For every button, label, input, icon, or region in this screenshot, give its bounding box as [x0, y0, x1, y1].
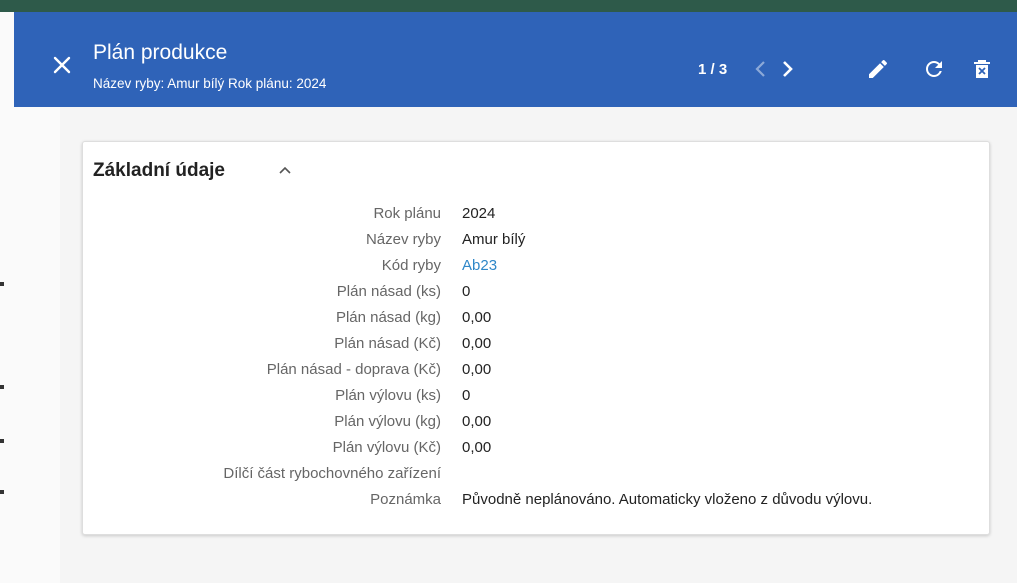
page-subtitle: Název ryby: Amur bílý Rok plánu: 2024 [93, 76, 327, 91]
field-label: Plán výlovu (Kč) [332, 439, 441, 456]
field-value: 0,00 [462, 361, 492, 378]
section-title: Základní údaje [93, 160, 225, 181]
field-label: Kód ryby [381, 257, 441, 274]
pencil-icon [869, 59, 888, 78]
background-app-edge [0, 12, 15, 583]
field-value: 2024 [462, 205, 496, 222]
field-row-note: Poznámka Původně neplánováno. Automatick… [83, 487, 989, 513]
field-label: Plán násad - doprava (Kč) [266, 361, 441, 378]
refresh-button[interactable] [922, 57, 946, 81]
field-label: Plán násad (kg) [335, 309, 441, 326]
field-row-fish-name: Název ryby Amur bílý [83, 227, 989, 253]
close-button[interactable] [50, 53, 74, 77]
field-row-harvest-plan-czk: Plán výlovu (Kč) 0,00 [83, 435, 989, 461]
field-value: 0 [462, 387, 471, 404]
field-row-plan-year: Rok plánu 2024 [83, 201, 989, 227]
field-label: Poznámka [370, 491, 441, 508]
background-glyph [0, 282, 4, 286]
field-row-harvest-plan-pcs: Plán výlovu (ks) 0 [83, 383, 989, 409]
refresh-icon [926, 61, 942, 77]
content-left-gutter [14, 107, 60, 583]
record-pager: 1 / 3 [698, 61, 728, 78]
close-icon [53, 56, 71, 74]
basic-info-card: Základní údaje Rok plánu 2024 Název ryby… [82, 141, 990, 535]
chevron-up-icon [279, 166, 291, 174]
field-row-harvest-plan-kg: Plán výlovu (kg) 0,00 [83, 409, 989, 435]
field-label: Plán násad (Kč) [334, 335, 441, 352]
field-row-stocking-plan-czk: Plán násad (Kč) 0,00 [83, 331, 989, 357]
delete-icon [974, 60, 990, 78]
field-row-stocking-plan-pcs: Plán násad (ks) 0 [83, 279, 989, 305]
app-top-strip [0, 0, 1017, 12]
field-label: Plán výlovu (kg) [334, 413, 441, 430]
field-row-stocking-transport-czk: Plán násad - doprava (Kč) 0,00 [83, 357, 989, 383]
page-title: Plán produkce [93, 41, 228, 64]
background-glyph [0, 385, 4, 389]
panel-header: Plán produkce Název ryby: Amur bílý Rok … [14, 12, 1017, 107]
fish-code-link[interactable]: Ab23 [462, 253, 497, 279]
field-label: Dílčí část rybochovného zařízení [223, 465, 441, 482]
detail-panel: Plán produkce Název ryby: Amur bílý Rok … [14, 12, 1017, 583]
field-value: 0 [462, 283, 471, 300]
field-row-stocking-plan-kg: Plán násad (kg) 0,00 [83, 305, 989, 331]
field-label: Název ryby [365, 231, 441, 248]
background-glyph [0, 490, 4, 494]
chevron-right-icon [783, 61, 793, 77]
delete-button[interactable] [970, 57, 994, 81]
field-value: 0,00 [462, 413, 492, 430]
field-value: Amur bílý [462, 231, 526, 248]
previous-record-button[interactable] [751, 58, 771, 80]
chevron-left-icon [755, 61, 765, 77]
field-label: Plán výlovu (ks) [335, 387, 441, 404]
edit-button[interactable] [866, 57, 890, 81]
field-value: 0,00 [462, 439, 492, 456]
next-record-button[interactable] [777, 58, 797, 80]
field-value: 0,00 [462, 335, 492, 352]
field-label: Plán násad (ks) [336, 283, 441, 300]
field-label: Rok plánu [373, 205, 441, 222]
background-glyph [0, 439, 4, 443]
field-row-fish-code: Kód ryby Ab23 [83, 253, 989, 279]
collapse-section-button[interactable] [275, 161, 295, 179]
field-value: 0,00 [462, 309, 492, 326]
field-value: Původně neplánováno. Automaticky vloženo… [462, 491, 873, 508]
field-row-facility-part: Dílčí část rybochovného zařízení [83, 461, 989, 487]
